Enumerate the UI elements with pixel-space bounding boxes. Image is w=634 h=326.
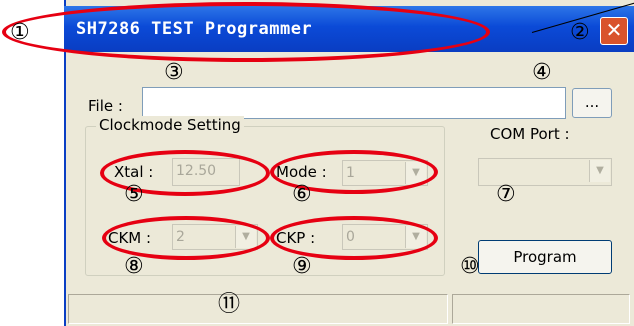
ckm-select[interactable]: 2 ▼ [172,224,258,250]
annotation-number-8: ⑧ [124,254,144,279]
status-pane-secondary [452,294,630,324]
mode-label: Mode : [276,163,327,181]
annotation-number-11: ⑪ [218,292,241,317]
annotation-number-1: ① [10,20,30,45]
annotation-number-4: ④ [532,60,552,85]
mode-value: 1 [346,165,355,181]
window-title: SH7286 TEST Programmer [76,19,313,39]
com-port-dropdown-arrow-icon[interactable]: ▼ [589,160,610,182]
file-path-input[interactable] [142,87,566,119]
annotation-number-5: ⑤ [124,182,144,207]
ckp-value: 0 [346,229,355,245]
status-bar [64,292,634,326]
close-icon: ✕ [605,18,623,42]
ckm-dropdown-arrow-icon[interactable]: ▼ [235,226,256,248]
annotation-number-3: ③ [164,60,184,85]
status-pane-main [68,294,448,324]
clockmode-group-title: Clockmode Setting [96,116,244,134]
annotation-number-7: ⑦ [496,182,516,207]
com-port-label: COM Port : [490,125,570,143]
browse-button-label: ... [584,93,600,111]
ckp-select[interactable]: 0 ▼ [342,224,428,250]
ckp-dropdown-arrow-icon[interactable]: ▼ [405,226,426,248]
mode-select[interactable]: 1 ▼ [342,160,428,186]
annotation-number-9: ⑨ [292,254,312,279]
browse-button[interactable]: ... [572,88,612,118]
ckp-label: CKP : [276,229,316,247]
program-button-label: Program [513,248,577,266]
file-label: File : [88,97,123,115]
annotation-number-2: ② [570,20,590,45]
xtal-input[interactable]: 12.50 [172,158,240,186]
program-button[interactable]: Program [478,240,612,274]
ckm-label: CKM : [108,229,152,247]
ckm-value: 2 [176,229,185,245]
close-button[interactable]: ✕ [600,17,628,45]
annotation-number-10: ⑩ [460,254,480,279]
annotation-number-6: ⑥ [292,182,312,207]
mode-dropdown-arrow-icon[interactable]: ▼ [405,162,426,184]
xtal-label: Xtal : [114,163,154,181]
xtal-value: 12.50 [176,163,217,179]
title-bar[interactable]: SH7286 TEST Programmer ✕ [64,6,634,52]
